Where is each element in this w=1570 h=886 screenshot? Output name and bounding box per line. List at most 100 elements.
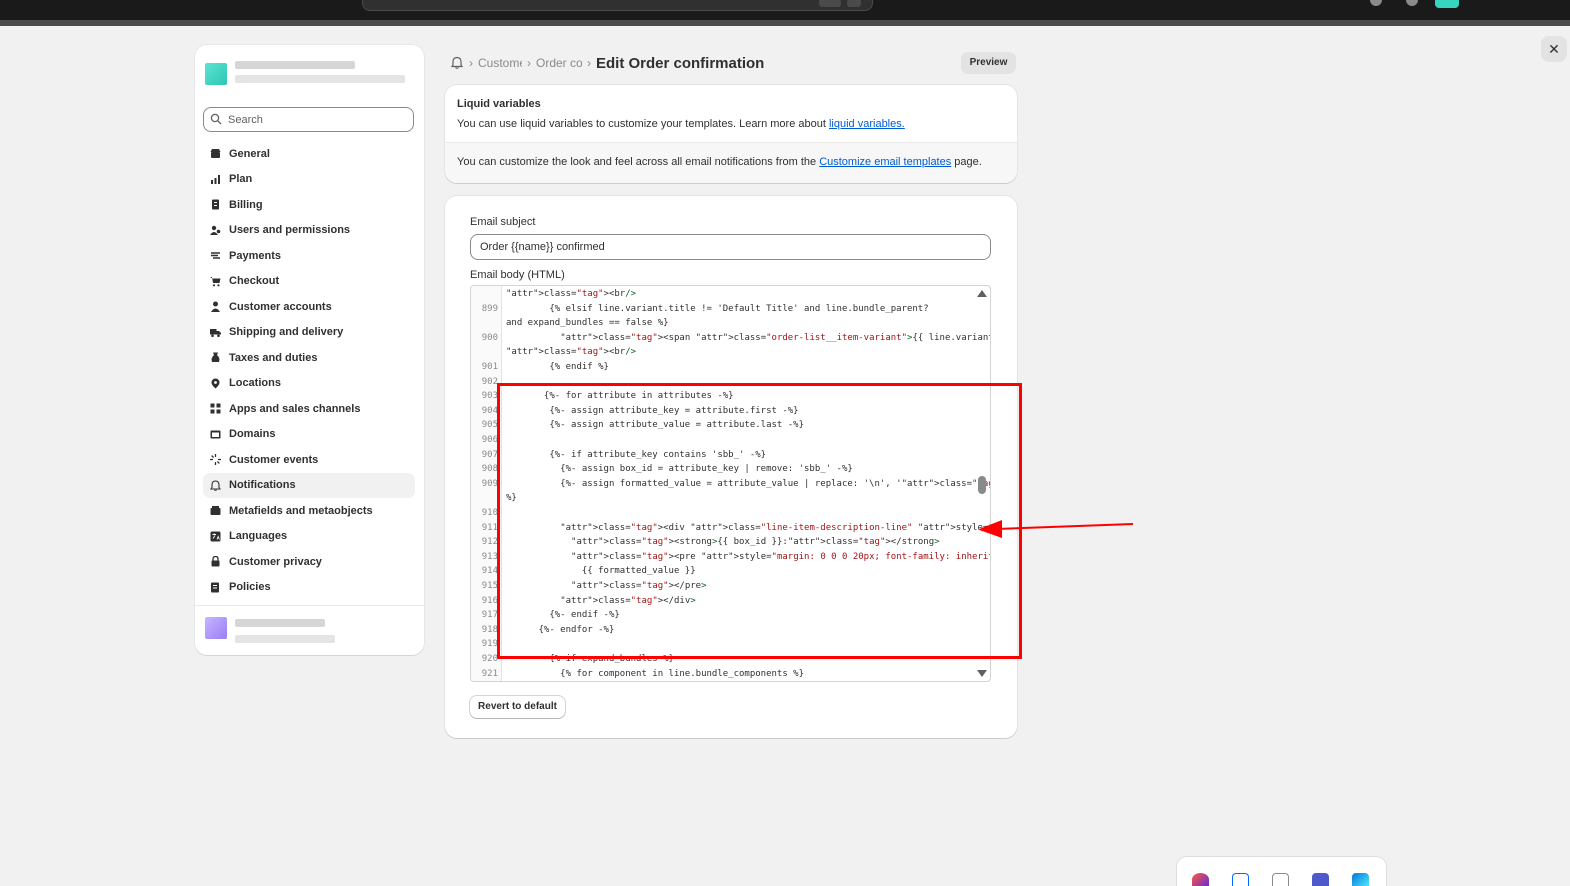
settings-sidebar: General Plan Billing Users and permissio… <box>195 45 424 655</box>
store-header[interactable] <box>203 57 413 91</box>
sidebar-item-metafields[interactable]: Metafields and metaobjects <box>203 498 415 524</box>
code-text: {% for component in line.bundle_componen… <box>506 668 805 679</box>
code-line[interactable]: "attr">class="tag"><br/> <box>471 287 976 302</box>
code-text: and expand_bundles == false %} <box>506 318 669 329</box>
global-search-bar[interactable] <box>362 0 873 11</box>
firefox-icon[interactable] <box>1192 873 1209 886</box>
sidebar-item-taxes[interactable]: Taxes and duties <box>203 345 415 371</box>
apps-icon <box>210 403 221 414</box>
sidebar-item-label: Payments <box>229 249 281 262</box>
email-subject-label: Email subject <box>470 216 536 228</box>
sidebar-item-customer-privacy[interactable]: Customer privacy <box>203 549 415 575</box>
globe-icon <box>210 430 221 438</box>
sidebar-item-label: Shipping and delivery <box>229 326 344 339</box>
sidebar-item-notifications[interactable]: Notifications <box>203 472 415 498</box>
sidebar-item-policies[interactable]: Policies <box>203 575 415 601</box>
store-name-blurred <box>235 61 355 69</box>
sidebar-item-customer-accounts[interactable]: Customer accounts <box>203 294 415 320</box>
code-line[interactable]: 901 {% endif %} <box>471 360 976 375</box>
sidebar-item-customer-events[interactable]: Customer events <box>203 447 415 473</box>
line-number: 922 <box>471 681 498 682</box>
line-number: 918 <box>481 624 498 635</box>
line-number: 905 <box>481 420 498 431</box>
sidebar-item-general[interactable]: General <box>203 141 415 167</box>
code-text: "attr">class="tag"><span "attr">class="o… <box>560 332 990 343</box>
breadcrumb-link-order[interactable]: Order co <box>536 56 582 70</box>
scroll-up-icon[interactable] <box>977 290 987 297</box>
code-text: {% <box>506 681 582 682</box>
sidebar-item-payments[interactable]: Payments <box>203 243 415 269</box>
line-number: 900 <box>481 332 498 343</box>
search-input[interactable] <box>228 110 408 129</box>
line-number: 913 <box>481 551 498 562</box>
sidebar-item-label: Languages <box>229 530 288 543</box>
sidebar-item-languages[interactable]: Languages <box>203 524 415 550</box>
bell-icon <box>210 479 221 491</box>
scroll-down-icon[interactable] <box>977 670 987 677</box>
code-line[interactable]: 900 "attr">class="tag"><span "attr">clas… <box>471 331 990 346</box>
azure-icon[interactable] <box>1352 873 1369 886</box>
card-description: You can use liquid variables to customiz… <box>457 118 1005 130</box>
bell-icon[interactable] <box>450 56 464 70</box>
page-title: Edit Order confirmation <box>596 54 765 72</box>
sidebar-item-label: Plan <box>229 173 253 186</box>
close-settings-button[interactable]: ✕ <box>1541 36 1567 62</box>
liquid-variables-link[interactable]: liquid variables. <box>829 118 905 130</box>
email-body-label: Email body (HTML) <box>470 269 565 281</box>
notification-icon[interactable] <box>1370 0 1382 6</box>
metafields-icon <box>210 506 221 515</box>
annotation-highlight-box <box>497 383 1022 659</box>
line-number: 911 <box>481 522 498 533</box>
sidebar-item-label: Notifications <box>229 479 296 492</box>
sidebar-item-billing[interactable]: Billing <box>203 192 415 218</box>
tax-icon <box>211 352 220 362</box>
sidebar-item-label: Checkout <box>229 275 280 288</box>
account-footer[interactable] <box>203 615 413 649</box>
sidebar-item-label: Policies <box>229 581 271 594</box>
revert-to-default-button[interactable]: Revert to default <box>470 696 565 718</box>
line-number: 901 <box>481 362 498 372</box>
sidebar-item-shipping[interactable]: Shipping and delivery <box>203 320 415 346</box>
account-email-blurred <box>235 635 335 643</box>
teams-icon[interactable] <box>1312 873 1329 886</box>
breadcrumb-link-customer[interactable]: Custome <box>478 56 522 70</box>
zalo-icon[interactable] <box>1232 873 1249 886</box>
code-text: "attr">class="tag"><br/> <box>506 289 637 299</box>
code-line[interactable]: 899 {% elsif line.variant.title != 'Defa… <box>471 302 976 317</box>
annotation-arrow-icon <box>978 520 1134 538</box>
sidebar-item-users[interactable]: Users and permissions <box>203 218 415 244</box>
sidebar-item-plan[interactable]: Plan <box>203 167 415 193</box>
code-line[interactable]: and expand_bundles == false %} <box>471 316 976 331</box>
store-logo <box>205 63 227 85</box>
customize-text: You can customize the look and feel acro… <box>457 156 820 168</box>
top-bar <box>0 0 1570 20</box>
sidebar-item-apps[interactable]: Apps and sales channels <box>203 396 415 422</box>
code-line[interactable]: "attr">class="tag"><br/> <box>471 345 976 360</box>
liquid-variables-card: Liquid variables You can use liquid vari… <box>445 85 1017 183</box>
code-text: {% elsif line.variant.title != 'Default … <box>506 303 929 314</box>
settings-search[interactable] <box>203 107 414 132</box>
sidebar-item-checkout[interactable]: Checkout <box>203 269 415 295</box>
network-icon[interactable] <box>1272 873 1289 886</box>
code-line[interactable]: 922 {% <box>471 681 976 682</box>
line-number: 910 <box>481 508 498 518</box>
line-number: 903 <box>481 391 498 402</box>
code-line[interactable]: 921 {% for component in line.bundle_comp… <box>471 667 976 681</box>
customize-suffix: page. <box>951 156 982 168</box>
avatar[interactable] <box>1435 0 1459 8</box>
customize-email-templates-link[interactable]: Customize email templates <box>819 156 951 168</box>
sidebar-item-locations[interactable]: Locations <box>203 371 415 397</box>
bell-icon[interactable] <box>1406 0 1418 6</box>
line-number: 906 <box>481 435 498 445</box>
preview-button[interactable]: Preview <box>961 52 1016 74</box>
line-number: 908 <box>481 464 498 475</box>
sidebar-item-label: Customer events <box>229 453 319 466</box>
sidebar-item-domains[interactable]: Domains <box>203 422 415 448</box>
customize-banner: You can customize the look and feel acro… <box>445 142 1017 183</box>
sidebar-item-label: Taxes and duties <box>229 351 318 364</box>
taskbar-dock <box>1177 857 1386 886</box>
line-number: 904 <box>481 405 498 416</box>
email-subject-field[interactable] <box>470 234 991 260</box>
shortcut-key-icon <box>819 0 841 7</box>
line-number: 915 <box>481 581 498 591</box>
